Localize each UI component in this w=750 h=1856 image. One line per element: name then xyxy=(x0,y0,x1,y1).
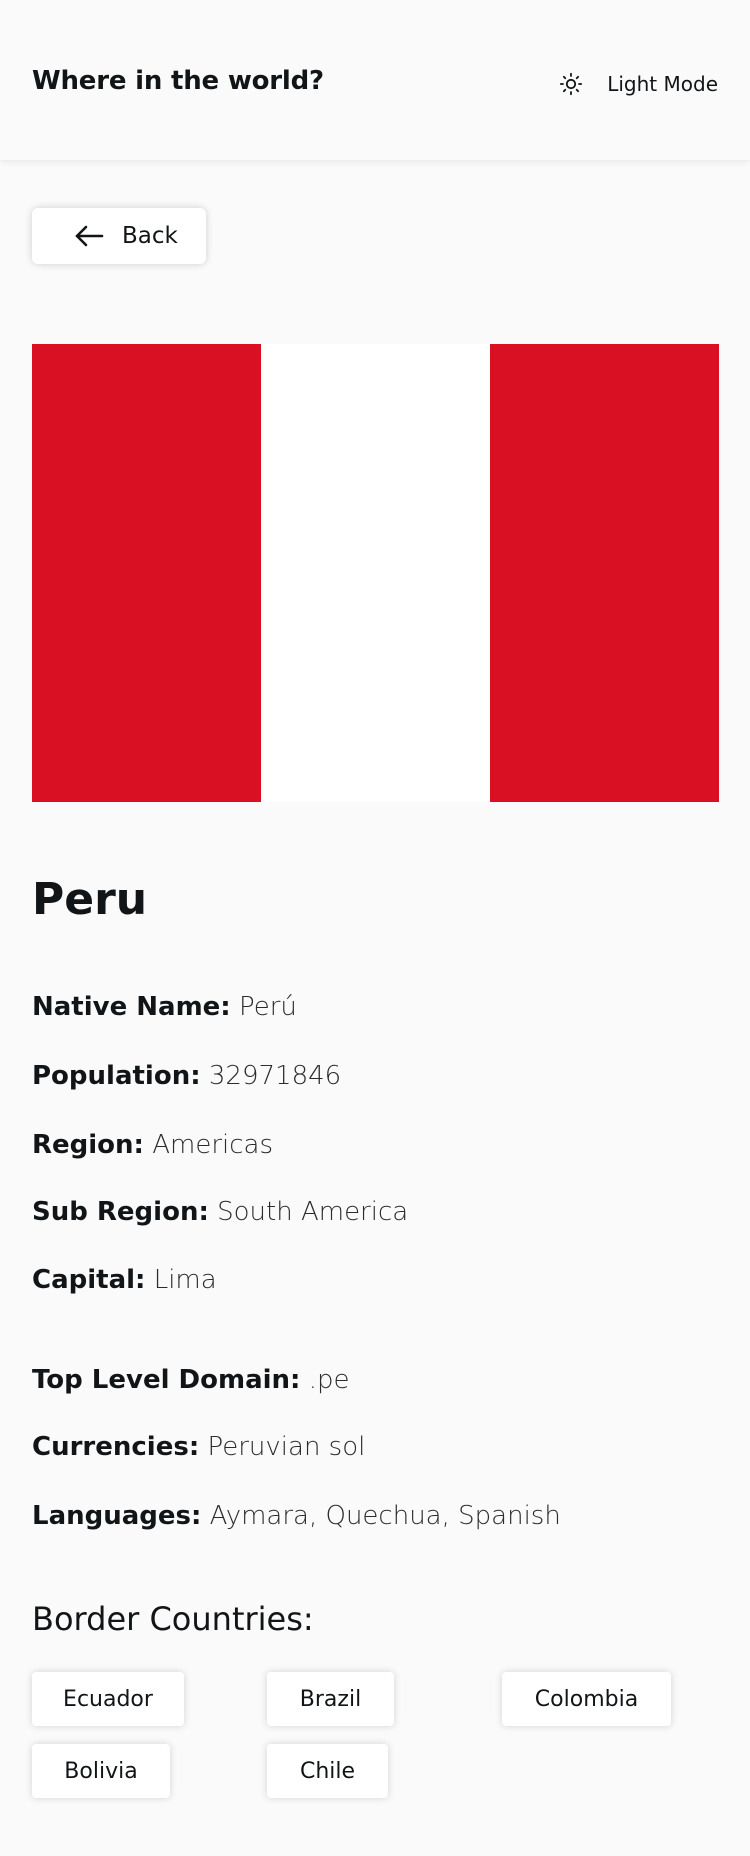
sun-icon xyxy=(560,72,583,96)
detail-label: Sub Region: xyxy=(32,1197,209,1227)
detail-value: 32971846 xyxy=(208,1061,342,1091)
detail-region: Region: Americas xyxy=(32,1130,273,1160)
back-button-label: Back xyxy=(122,223,178,249)
detail-label: Top Level Domain: xyxy=(32,1365,301,1395)
detail-value: Peruvian sol xyxy=(207,1432,366,1462)
detail-currencies: Currencies: Peruvian sol xyxy=(32,1432,365,1462)
detail-label: Currencies: xyxy=(32,1432,200,1462)
detail-value: Lima xyxy=(153,1265,217,1295)
border-country-button-brazil[interactable]: Brazil xyxy=(267,1672,394,1726)
app-header: Where in the world? Light Mode xyxy=(0,0,750,160)
border-country-button-ecuador[interactable]: Ecuador xyxy=(32,1672,184,1726)
detail-value: .pe xyxy=(308,1365,350,1395)
detail-top-level-domain: Top Level Domain: .pe xyxy=(32,1365,350,1395)
border-country-button-colombia[interactable]: Colombia xyxy=(502,1672,671,1726)
country-flag xyxy=(32,344,719,802)
border-countries-title: Border Countries: xyxy=(32,1600,314,1638)
border-country-button-bolivia[interactable]: Bolivia xyxy=(32,1744,170,1798)
detail-value: South America xyxy=(217,1197,409,1227)
border-country-button-chile[interactable]: Chile xyxy=(267,1744,388,1798)
detail-label: Population: xyxy=(32,1061,201,1091)
detail-label: Languages: xyxy=(32,1501,202,1531)
detail-label: Region: xyxy=(32,1130,144,1160)
flag-stripe-center xyxy=(261,344,490,802)
detail-capital: Capital: Lima xyxy=(32,1265,217,1295)
detail-native-name: Native Name: Perú xyxy=(32,992,297,1022)
detail-population: Population: 32971846 xyxy=(32,1061,341,1091)
detail-sub-region: Sub Region: South America xyxy=(32,1197,408,1227)
detail-value: Aymara, Quechua, Spanish xyxy=(209,1501,561,1531)
detail-value: Americas xyxy=(152,1130,274,1160)
detail-languages: Languages: Aymara, Quechua, Spanish xyxy=(32,1501,561,1531)
detail-label: Capital: xyxy=(32,1265,146,1295)
back-button[interactable]: Back xyxy=(32,208,206,264)
flag-stripe-right xyxy=(490,344,719,802)
flag-stripe-left xyxy=(32,344,261,802)
app-title: Where in the world? xyxy=(32,66,324,96)
theme-toggle-label: Light Mode xyxy=(607,72,718,96)
theme-toggle-button[interactable]: Light Mode xyxy=(559,72,718,96)
detail-label: Native Name: xyxy=(32,992,231,1022)
arrow-left-icon xyxy=(75,225,104,247)
detail-value: Perú xyxy=(238,992,297,1022)
country-name: Peru xyxy=(32,874,148,925)
